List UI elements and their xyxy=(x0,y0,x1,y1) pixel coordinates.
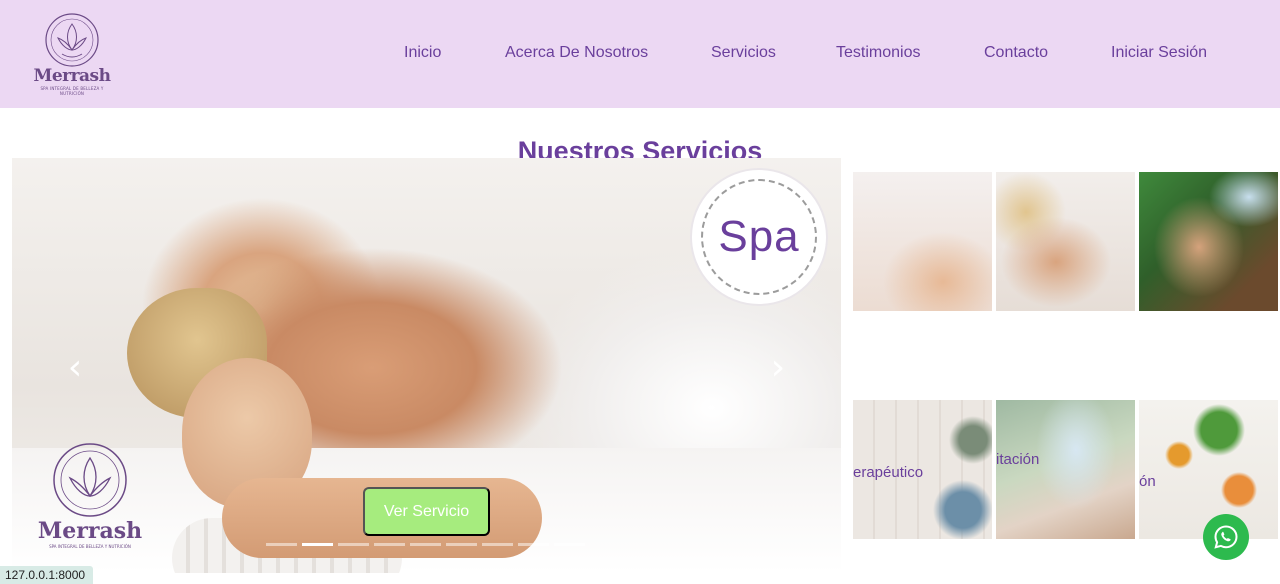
service-thumb-masaje-terapeutico[interactable]: erapéutico xyxy=(853,400,992,539)
lotus-watermark-icon xyxy=(53,443,127,517)
whatsapp-button[interactable] xyxy=(1203,514,1249,560)
carousel-indicator-5[interactable] xyxy=(410,543,441,546)
carousel-indicator-4[interactable] xyxy=(374,543,405,546)
carousel-indicator-8[interactable] xyxy=(518,543,549,546)
watermark-logo: Merrash SPA INTEGRAL DE BELLEZA Y NUTRIC… xyxy=(32,440,148,550)
site-header: Merrash SPA INTEGRAL DE BELLEZA Y NUTRIC… xyxy=(0,0,1280,108)
carousel-indicator-6[interactable] xyxy=(446,543,477,546)
brand-name: Merrash xyxy=(33,66,112,86)
service-thumb-facial[interactable] xyxy=(1139,172,1278,311)
carousel-indicator-1[interactable] xyxy=(266,543,297,546)
status-bar-url: 127.0.0.1:8000 xyxy=(0,566,94,584)
carousel-indicator-2[interactable] xyxy=(302,543,333,546)
nav-item-iniciar-sesion[interactable]: Iniciar Sesión xyxy=(1111,44,1207,62)
brand-tagline: SPA INTEGRAL DE BELLEZA Y NUTRICIÓN xyxy=(40,86,104,96)
service-thumb-acupuntura[interactable] xyxy=(853,172,992,311)
nav-item-testimonios[interactable]: Testimonios xyxy=(836,44,920,62)
services-carousel[interactable]: Spa ‹ › Merrash SPA INTEGRAL DE BELLEZA … xyxy=(12,158,841,573)
service-thumb-nutricion[interactable]: ón xyxy=(1139,400,1278,539)
service-thumb-spa[interactable] xyxy=(996,172,1135,311)
nav-item-contacto[interactable]: Contacto xyxy=(984,44,1048,62)
service-thumb-rehabilitacion[interactable]: itación xyxy=(996,400,1135,539)
brand-logo[interactable]: Merrash SPA INTEGRAL DE BELLEZA Y NUTRIC… xyxy=(28,12,116,96)
whatsapp-icon xyxy=(1214,525,1238,549)
service-thumb-label: itación xyxy=(996,451,1040,468)
nav-item-inicio[interactable]: Inicio xyxy=(404,44,441,62)
lotus-logo-icon xyxy=(45,13,99,67)
spa-badge: Spa xyxy=(692,170,826,304)
watermark-tagline: SPA INTEGRAL DE BELLEZA Y NUTRICIÓN xyxy=(49,544,131,549)
service-thumb-label: erapéutico xyxy=(853,464,924,481)
carousel-indicator-7[interactable] xyxy=(482,543,513,546)
chevron-left-icon[interactable]: ‹ xyxy=(62,348,88,388)
nav-item-servicios[interactable]: Servicios xyxy=(711,44,776,62)
chevron-right-icon[interactable]: › xyxy=(765,348,791,388)
nav-item-acerca[interactable]: Acerca De Nosotros xyxy=(505,44,648,62)
watermark-brand: Merrash xyxy=(37,518,143,544)
carousel-indicator-9[interactable] xyxy=(554,543,585,546)
badge-ring xyxy=(701,179,817,295)
ver-servicio-button[interactable]: Ver Servicio xyxy=(363,487,490,536)
service-thumb-label: ón xyxy=(1139,473,1156,490)
carousel-indicator-3[interactable] xyxy=(338,543,369,546)
